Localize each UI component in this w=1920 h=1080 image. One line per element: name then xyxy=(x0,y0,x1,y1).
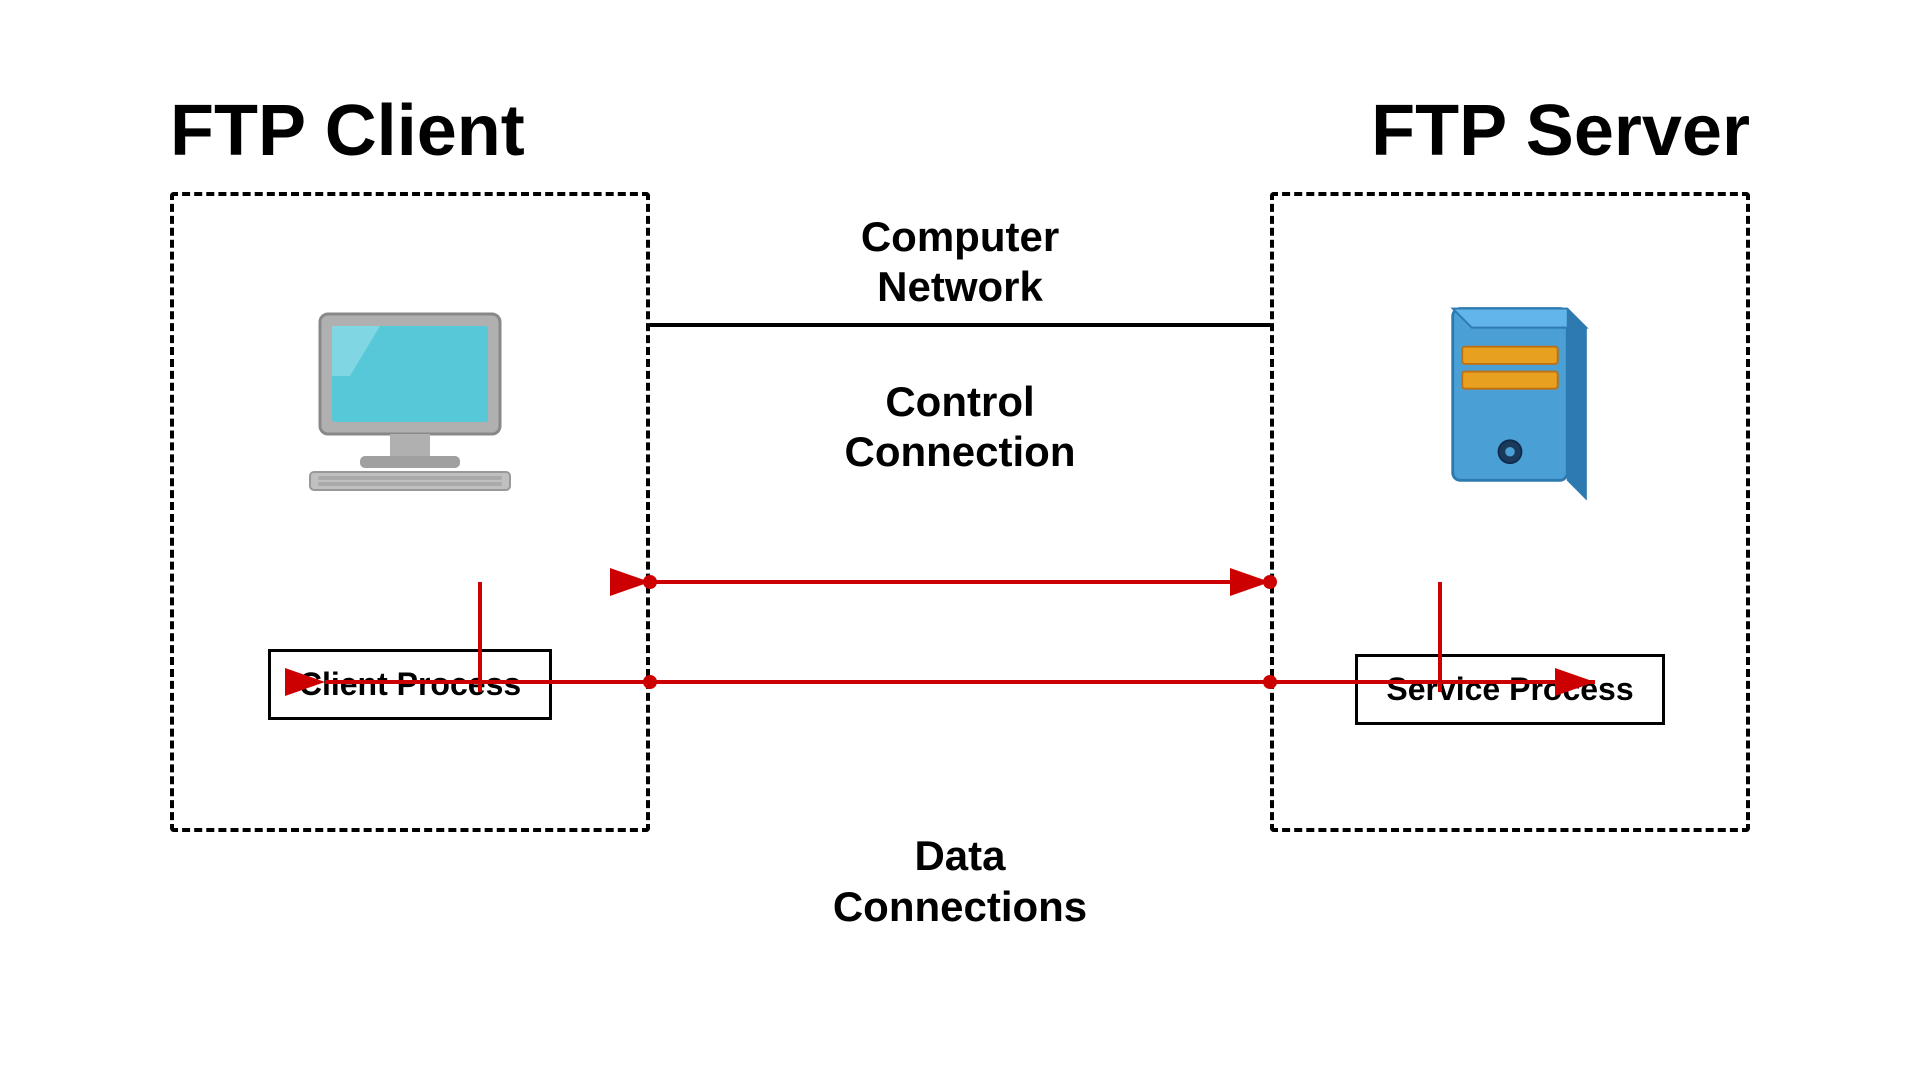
server-title: FTP Server xyxy=(1371,90,1750,172)
network-connection-line xyxy=(650,323,1270,327)
client-box: Client Process xyxy=(170,192,650,832)
server-box: Service Process xyxy=(1270,192,1750,832)
titles-row: FTP Client FTP Server xyxy=(110,90,1810,172)
server-tower-icon xyxy=(1420,299,1600,509)
data-connections-label: Data Connections xyxy=(833,831,1087,932)
service-process-label: Service Process xyxy=(1355,654,1664,725)
middle-section: Computer Network Control Connection Data… xyxy=(650,192,1270,832)
control-label: Control Connection xyxy=(845,377,1076,478)
client-title: FTP Client xyxy=(170,90,525,172)
computer-icon xyxy=(300,304,520,494)
diagram-container: FTP Client FTP Server xyxy=(110,90,1810,990)
main-area: Client Process Computer Network Control … xyxy=(110,192,1810,832)
client-process-label: Client Process xyxy=(268,649,552,720)
network-label: Computer Network xyxy=(861,212,1059,313)
